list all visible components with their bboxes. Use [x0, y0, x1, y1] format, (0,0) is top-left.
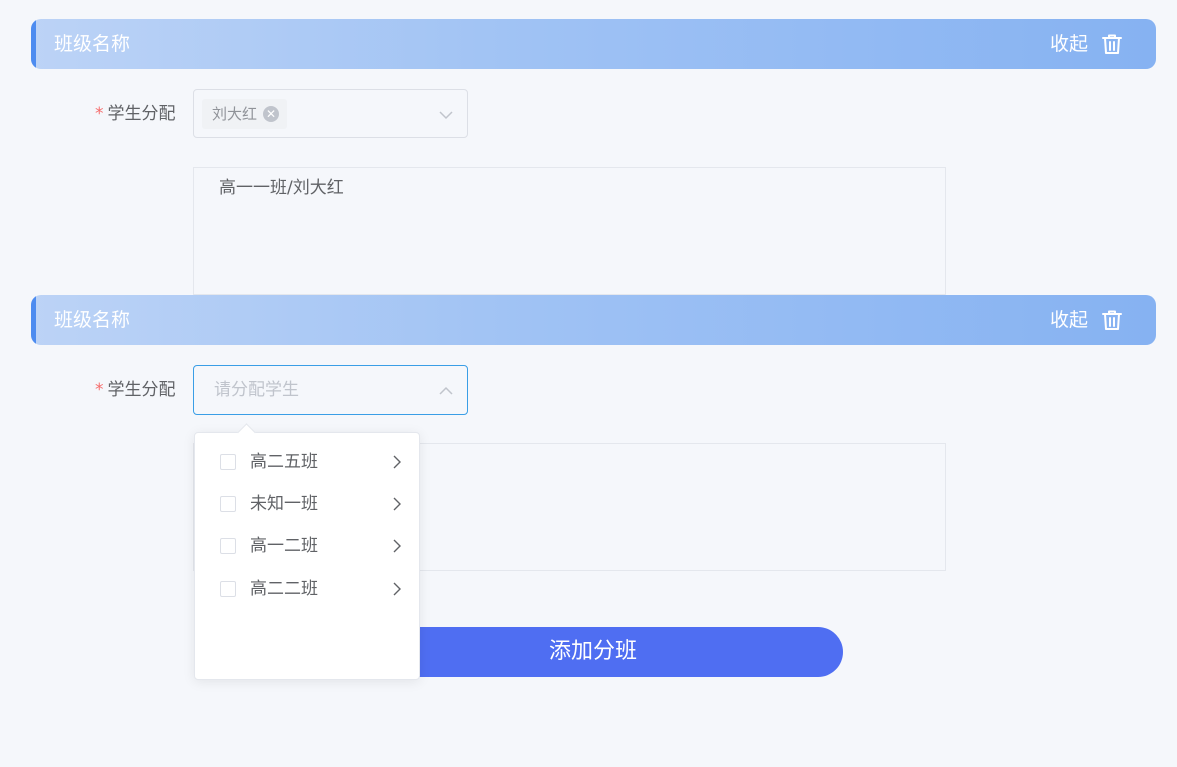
collapse-button[interactable]: 收起 [1050, 295, 1088, 345]
section-header-2: 班级名称 收起 [31, 295, 1156, 345]
student-assign-label: * 学生分配 [95, 104, 176, 124]
option-checkbox[interactable] [220, 454, 236, 470]
student-assign-label: * 学生分配 [95, 380, 176, 400]
assigned-students-textarea[interactable]: 高一一班/刘大红 [193, 167, 946, 295]
student-assign-select[interactable]: 刘大红 ✕ [193, 89, 468, 138]
cascader-option[interactable]: 未知一班 [195, 483, 419, 525]
class-cascader-dropdown: 高二五班 未知一班 高一二班 高二二班 [194, 423, 420, 680]
selected-student-tag: 刘大红 ✕ [202, 99, 288, 129]
cascader-option[interactable]: 高二二班 [195, 568, 419, 610]
student-assign-select[interactable]: 请分配学生 [193, 365, 468, 415]
select-placeholder: 请分配学生 [214, 380, 299, 400]
chevron-right-icon [393, 455, 401, 469]
section-header-1: 班级名称 收起 [31, 19, 1156, 69]
header-accent-bar [31, 19, 36, 69]
chevron-right-icon [393, 582, 401, 596]
header-accent-bar [31, 295, 36, 345]
cascader-option[interactable]: 高二五班 [195, 441, 419, 483]
section-title: 班级名称 [54, 309, 131, 331]
required-mark: * [95, 104, 104, 124]
trash-icon[interactable] [1100, 308, 1124, 332]
option-checkbox[interactable] [220, 581, 236, 597]
required-mark: * [95, 380, 104, 400]
section-title: 班级名称 [54, 33, 131, 55]
option-label: 未知一班 [250, 494, 318, 514]
dropdown-caret [237, 423, 256, 442]
cascader-option[interactable]: 高一二班 [195, 525, 419, 567]
assigned-students-text: 高一一班/刘大红 [219, 178, 344, 198]
option-label: 高一二班 [250, 536, 318, 556]
option-label: 高二二班 [250, 579, 318, 599]
collapse-button[interactable]: 收起 [1050, 19, 1088, 69]
chevron-right-icon [393, 497, 401, 511]
chevron-up-icon [439, 386, 453, 395]
chevron-down-icon [439, 111, 453, 120]
trash-icon[interactable] [1100, 32, 1124, 56]
option-checkbox[interactable] [220, 538, 236, 554]
option-checkbox[interactable] [220, 496, 236, 512]
tag-close-icon[interactable]: ✕ [263, 106, 280, 122]
chevron-right-icon [393, 539, 401, 553]
option-label: 高二五班 [250, 452, 318, 472]
